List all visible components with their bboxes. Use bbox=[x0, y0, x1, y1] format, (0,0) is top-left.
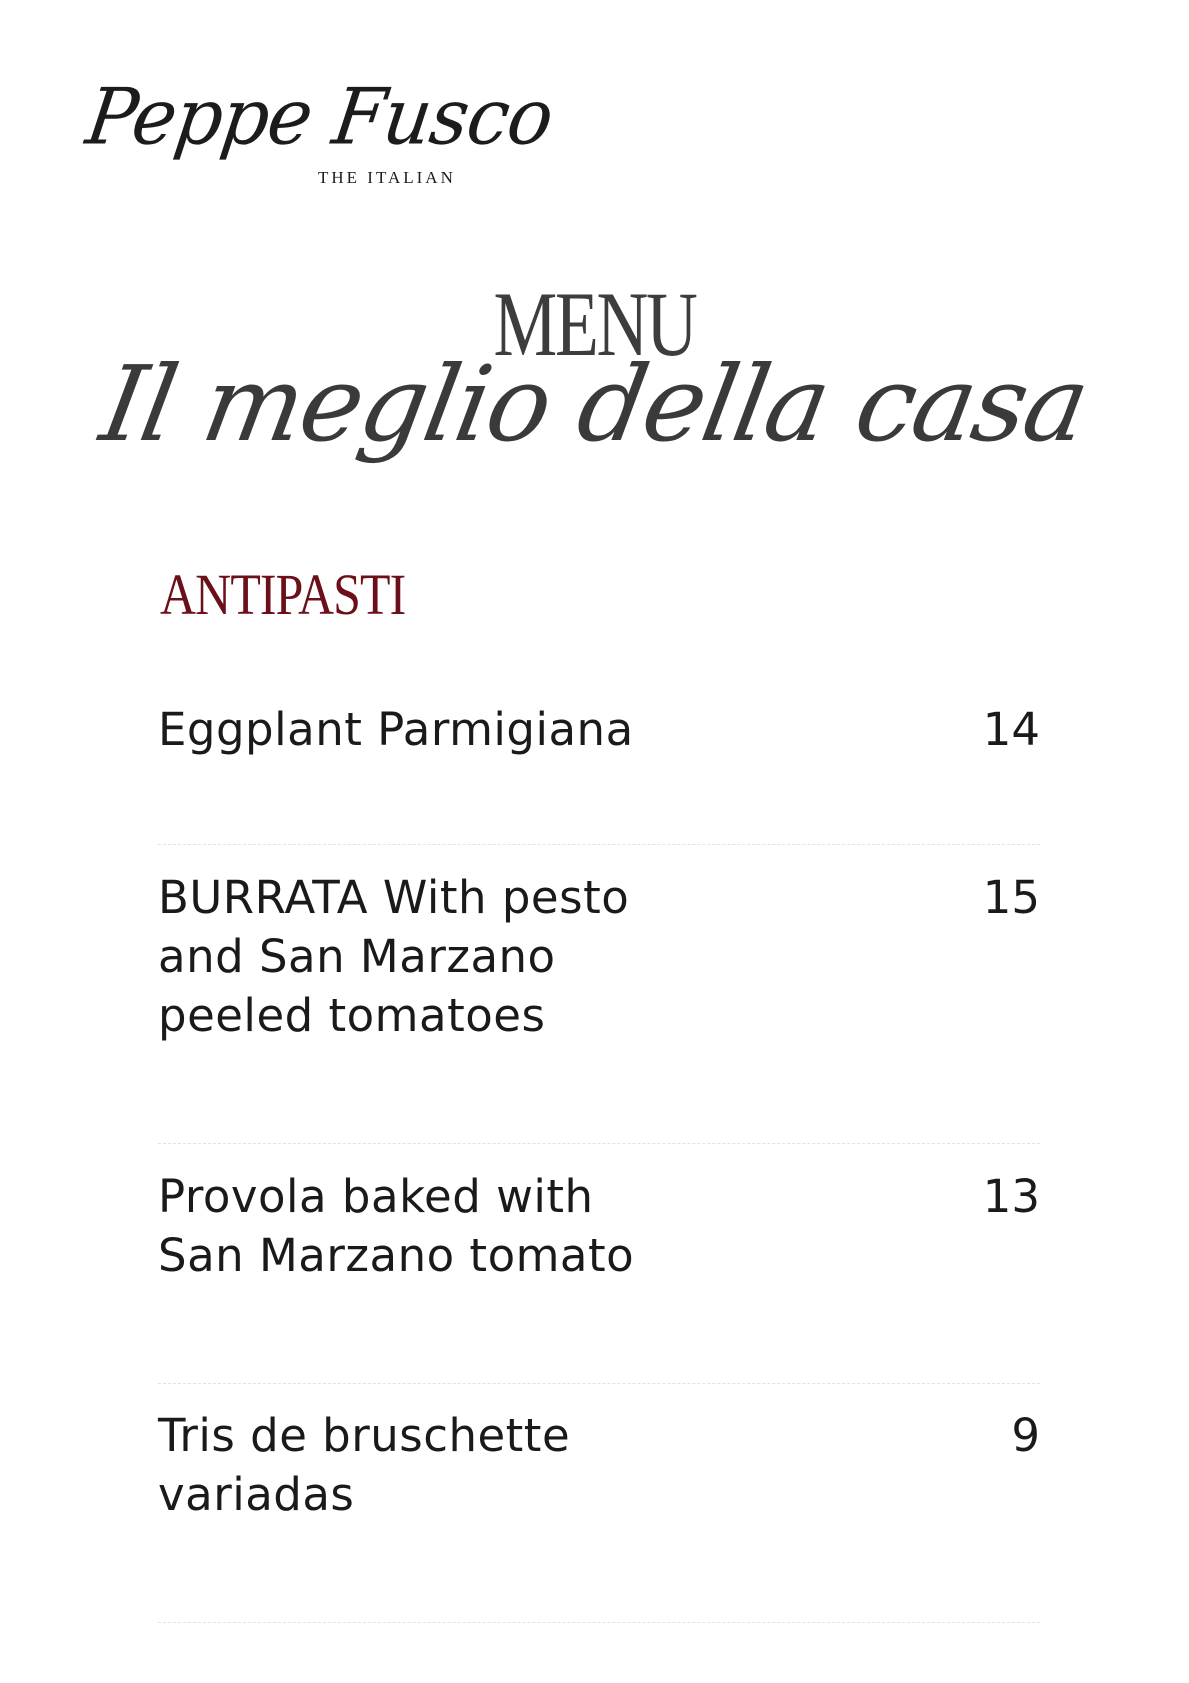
item-divider bbox=[158, 844, 1040, 845]
menu-item-name: Provola baked with San Marzano tomato bbox=[158, 1170, 635, 1282]
item-divider bbox=[158, 1143, 1040, 1144]
item-divider bbox=[158, 1622, 1040, 1623]
menu-tagline: Il meglio della casa bbox=[92, 343, 1097, 465]
menu-item-price: 13 bbox=[982, 1170, 1040, 1223]
menu-item-name: BURRATA With pesto and San Marzano peele… bbox=[158, 871, 630, 1042]
menu-item-name: Tris de bruschette variadas bbox=[158, 1409, 571, 1521]
brand-name: Peppe Fusco bbox=[81, 72, 559, 163]
brand-logo: Peppe Fusco THE ITALIAN bbox=[78, 72, 558, 197]
menu-item-price: 9 bbox=[1011, 1409, 1040, 1462]
brand-subtitle: THE ITALIAN bbox=[318, 168, 456, 187]
menu-item-price: 14 bbox=[982, 703, 1040, 756]
section-title-antipasti: ANTIPASTI bbox=[160, 562, 406, 627]
menu-item-price: 15 bbox=[982, 871, 1040, 924]
item-divider bbox=[158, 1383, 1040, 1384]
menu-item-name: Eggplant Parmigiana bbox=[158, 703, 634, 756]
